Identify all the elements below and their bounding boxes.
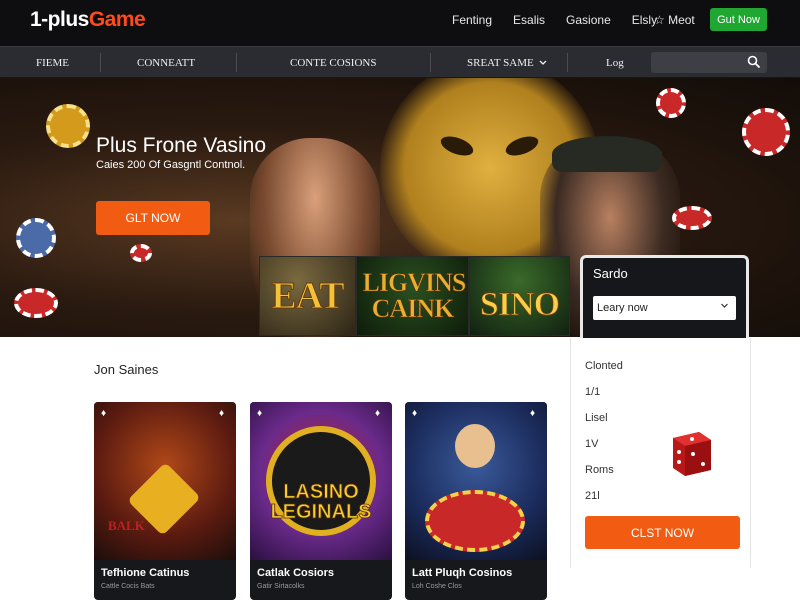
- sidebar-select[interactable]: Leary now: [593, 296, 736, 320]
- card-art-text: LASINO LEGINALS: [270, 481, 372, 523]
- sidebar-panel-header: Sardo Leary now: [580, 255, 749, 338]
- chevron-down-icon: [721, 303, 728, 308]
- top-links: Fenting Esalis Gasione Elsly: [452, 13, 678, 27]
- game-tile-3-text: SINO: [479, 286, 560, 324]
- hero-cta-button[interactable]: GLT NOW: [96, 201, 210, 235]
- sidebar-row: Clonted: [585, 360, 623, 372]
- poker-chip-icon: [16, 218, 56, 258]
- game-card-subtitle: Cattle Cocis Bats: [101, 583, 155, 590]
- search-icon[interactable]: [747, 55, 761, 69]
- dice-icon: [673, 432, 711, 476]
- card-rank-icon: ♦: [257, 408, 263, 419]
- game-card-subtitle: Loh Coshe Clos: [412, 583, 462, 590]
- card-rank-icon: ♦: [375, 408, 381, 419]
- game-tile-3[interactable]: SINO: [469, 256, 570, 336]
- game-card-title: Catlak Cosiors: [257, 567, 335, 579]
- hero-hat-image: [552, 136, 662, 172]
- game-card-title: Latt Pluqh Cosinos: [412, 567, 513, 579]
- nav-divider: [430, 53, 431, 72]
- sidebar-cta-button[interactable]: CLST NOW: [585, 516, 740, 549]
- game-tile-1[interactable]: EAT: [259, 256, 356, 336]
- nav-item-games-dropdown[interactable]: SREAT SAME: [467, 47, 547, 78]
- card-rank-icon: ♦: [412, 408, 418, 419]
- card-character-image: [455, 424, 495, 468]
- roulette-wheel-icon: [425, 490, 525, 552]
- sidebar-row: 1/1: [585, 386, 601, 398]
- coin-icon: [46, 104, 90, 148]
- site-logo[interactable]: 1-plusGame: [30, 8, 146, 32]
- nav-item-casinos[interactable]: CONTE COSIONS: [290, 47, 376, 78]
- nav-item-connect[interactable]: CONNEATT: [137, 47, 195, 78]
- hero-title: Plus Frone Vasino: [96, 134, 267, 157]
- top-link-3[interactable]: Gasione: [566, 13, 611, 27]
- chevron-down-icon: [539, 60, 547, 65]
- game-card[interactable]: BALK ♦ ♦ Tefhione Catinus Cattle Cocis B…: [94, 402, 236, 600]
- game-card-image: BALK: [94, 402, 236, 560]
- sidebar-row: Roms: [585, 464, 614, 476]
- game-card-image: [405, 402, 547, 560]
- game-card[interactable]: LASINO LEGINALS ♦ ♦ Catlak Cosiors Gatir…: [250, 402, 392, 600]
- card-art-text: BALK: [108, 518, 145, 533]
- nav-item-games-label: SREAT SAME: [467, 56, 534, 69]
- sidebar-panel-body: Clonted 1/1 Lisel 1V Roms 21l CLST NOW: [570, 338, 751, 568]
- poker-chip-icon: [14, 288, 58, 318]
- game-card-image: LASINO LEGINALS: [250, 402, 392, 560]
- game-tile-2[interactable]: LIGVINS CAINK: [356, 256, 469, 336]
- nav-divider: [567, 53, 568, 72]
- game-card-title: Tefhione Catinus: [101, 567, 190, 579]
- nav-divider: [100, 53, 101, 72]
- game-card-subtitle: Gatir Sirtacolks: [257, 583, 305, 590]
- card-rank-icon: ♦: [530, 408, 536, 419]
- card-rank-icon: ♦: [219, 408, 225, 419]
- nav-bar: FIEME CONNEATT CONTE COSIONS SREAT SAME …: [0, 46, 800, 78]
- sidebar-title: Sardo: [593, 266, 628, 281]
- poker-chip-icon: [656, 88, 686, 118]
- game-tile-2-text: LIGVINS CAINK: [362, 268, 466, 323]
- logo-accent-text: Game: [88, 8, 146, 31]
- poker-chip-icon: [130, 244, 152, 262]
- top-bar: 1-plusGame Fenting Esalis Gasione Elsly …: [0, 0, 800, 46]
- logo-text: 1-plus: [30, 8, 89, 31]
- hero-subtitle: Caies 200 Of Gasgntl Contnol.: [96, 159, 246, 171]
- top-link-1[interactable]: Fenting: [452, 13, 492, 27]
- search-input[interactable]: [651, 52, 767, 73]
- sidebar-row: 21l: [585, 490, 600, 502]
- sidebar-select-value: Leary now: [597, 302, 648, 314]
- sidebar-row: 1V: [585, 438, 599, 450]
- card-rank-icon: ♦: [101, 408, 107, 419]
- nav-divider: [236, 53, 237, 72]
- meet-link[interactable]: ☆ Meot: [654, 13, 695, 27]
- game-card[interactable]: ♦ ♦ Latt Pluqh Cosinos Loh Coshe Clos: [405, 402, 547, 600]
- top-link-2[interactable]: Esalis: [513, 13, 545, 27]
- get-now-button[interactable]: Gut Now: [710, 8, 767, 31]
- sidebar-row: Lisel: [585, 412, 608, 424]
- nav-item-home[interactable]: FIEME: [36, 47, 69, 78]
- game-tile-1-text: EAT: [271, 275, 345, 318]
- nav-item-log[interactable]: Log: [606, 47, 624, 78]
- poker-chip-icon: [672, 206, 712, 230]
- section-title: Jon Saines: [94, 362, 159, 377]
- poker-chip-icon: [742, 108, 790, 156]
